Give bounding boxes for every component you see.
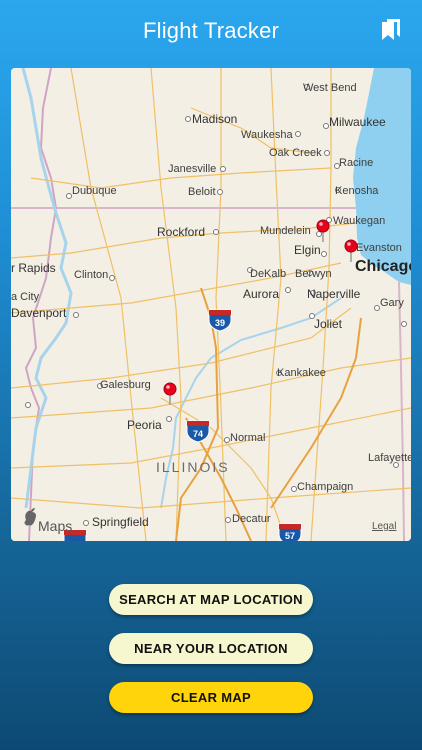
interstate-39-shield: 39 xyxy=(208,309,232,332)
city-label-milwaukee: Milwaukee xyxy=(329,115,386,129)
city-label-berwyn: Berwyn xyxy=(295,268,332,280)
interstate-57-shield: 57 xyxy=(278,523,302,541)
city-label-evanston: Evanston xyxy=(356,242,402,254)
bookmarks-icon[interactable] xyxy=(380,18,402,42)
city-label-dubuque: Dubuque xyxy=(72,185,117,197)
city-label-oak-creek: Oak Creek xyxy=(269,147,322,159)
city-label-normal: Normal xyxy=(230,432,265,444)
state-label: ILLINOIS xyxy=(156,459,230,475)
city-label-elgin: Elgin xyxy=(294,243,321,257)
city-label-waukegan: Waukegan xyxy=(333,215,385,227)
near-your-location-button[interactable]: NEAR YOUR LOCATION xyxy=(109,633,313,664)
svg-text:Maps: Maps xyxy=(38,518,72,534)
city-label-aurora: Aurora xyxy=(243,287,279,301)
legal-link[interactable]: Legal xyxy=(372,521,396,532)
city-label-kenosha: Kenosha xyxy=(335,185,379,197)
city-label-galesburg: Galesburg xyxy=(100,379,151,391)
search-at-map-location-button[interactable]: SEARCH AT MAP LOCATION xyxy=(109,584,313,615)
city-label-joliet: Joliet xyxy=(314,317,343,331)
svg-text:74: 74 xyxy=(193,429,203,439)
city-label-rockford: Rockford xyxy=(157,225,205,239)
city-label-racine: Racine xyxy=(339,157,373,169)
city-label-clinton: Clinton xyxy=(74,269,108,281)
page-title: Flight Tracker xyxy=(142,18,280,43)
city-label-springfield: Springfield xyxy=(92,515,149,529)
city-label-dekalb: DeKalb xyxy=(250,268,286,280)
city-label-gary: Gary xyxy=(380,297,404,309)
city-label-cedar-rapids: r Rapids xyxy=(11,261,56,275)
city-label-mundelein: Mundelein xyxy=(260,225,311,237)
city-label-janesville: Janesville xyxy=(168,163,216,175)
city-label-madison: Madison xyxy=(192,112,237,126)
city-label-chicago: Chicago xyxy=(355,258,411,275)
city-label-peoria: Peoria xyxy=(127,418,162,432)
svg-text:57: 57 xyxy=(285,531,295,541)
city-label-davenport: Davenport xyxy=(11,306,67,320)
city-label-beloit: Beloit xyxy=(188,186,216,198)
map-view[interactable]: 39 74 57 West Bend Madison Milwaukee Wau… xyxy=(11,68,411,541)
city-label-lafayette: Lafayette xyxy=(368,452,411,464)
city-label-kankakee: Kankakee xyxy=(277,367,326,379)
city-label-west-bend: West Bend xyxy=(303,82,357,94)
city-label-waukesha: Waukesha xyxy=(241,129,293,141)
svg-text:39: 39 xyxy=(215,318,225,328)
city-label-naperville: Naperville xyxy=(307,287,361,301)
city-label-champaign: Champaign xyxy=(297,481,353,493)
interstate-74-shield: 74 xyxy=(186,420,210,443)
city-label-iowa-city: a City xyxy=(11,291,40,303)
clear-map-button[interactable]: CLEAR MAP xyxy=(109,682,313,713)
city-label-decatur: Decatur xyxy=(232,513,271,525)
